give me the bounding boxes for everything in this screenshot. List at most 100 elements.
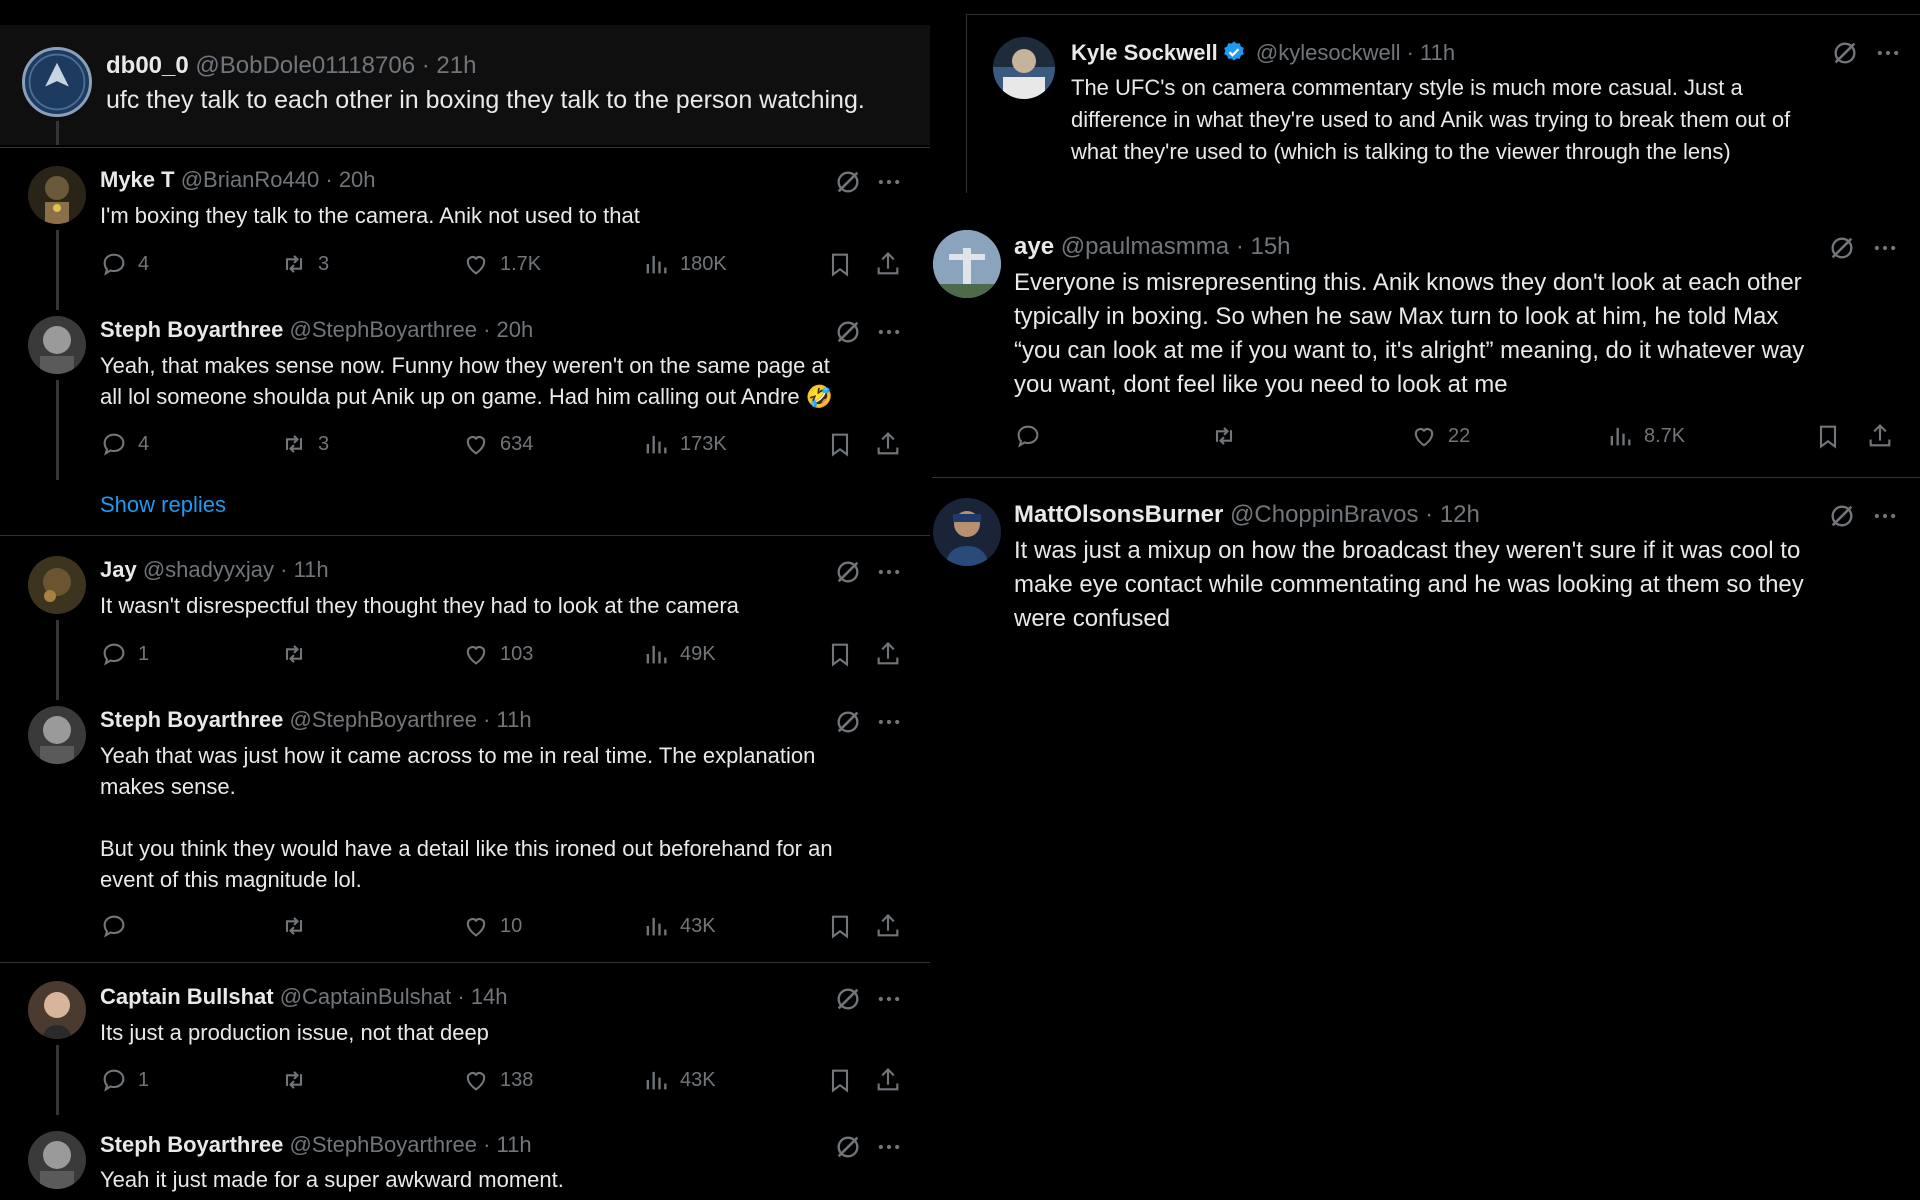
author-handle[interactable]: @CaptainBulshat xyxy=(280,984,452,1009)
reply-button[interactable] xyxy=(1014,422,1042,450)
reply-tweet[interactable]: Steph Boyarthree @StephBoyarthree · 11h … xyxy=(0,1117,930,1200)
grok-icon[interactable] xyxy=(834,318,862,346)
like-button[interactable]: 634 xyxy=(462,430,533,458)
share-button[interactable] xyxy=(874,1066,902,1094)
more-icon[interactable] xyxy=(1870,234,1900,262)
author-handle[interactable]: @BrianRo440 xyxy=(181,167,320,192)
reply-tweet[interactable]: Steph Boyarthree @StephBoyarthree · 20h … xyxy=(0,300,930,480)
reply-tweet[interactable]: Steph Boyarthree @StephBoyarthree · 11h … xyxy=(0,690,930,955)
tweet-time[interactable]: · 21h xyxy=(422,52,477,79)
author-handle[interactable]: @ChoppinBravos xyxy=(1230,501,1418,528)
reply-button[interactable]: 4 xyxy=(100,430,149,458)
reply-tweet[interactable]: Kyle Sockwell @kylesockwell · 11h The UF… xyxy=(967,15,1920,193)
tweet-time[interactable]: · 11h xyxy=(1407,40,1456,65)
avatar[interactable] xyxy=(22,47,92,117)
reply-tweet[interactable]: Jay @shadyyxjay · 11h It wasn't disrespe… xyxy=(0,540,930,700)
main-tweet[interactable]: db00_0 @BobDole01118706 · 21h ufc they t… xyxy=(0,25,930,145)
grok-icon[interactable] xyxy=(1828,234,1856,262)
repost-button[interactable] xyxy=(280,912,308,940)
repost-button[interactable]: 3 xyxy=(280,250,329,278)
like-button[interactable]: 22 xyxy=(1410,422,1470,450)
author-handle[interactable]: @paulmasmma xyxy=(1061,233,1229,260)
more-icon[interactable] xyxy=(1870,502,1900,530)
bookmark-button[interactable] xyxy=(1814,422,1842,450)
author-name[interactable]: Myke T xyxy=(100,167,175,192)
reply-tweet[interactable]: MattOlsonsBurner @ChoppinBravos · 12h It… xyxy=(932,478,1920,657)
author-name[interactable]: Steph Boyarthree xyxy=(100,707,283,732)
views-button[interactable]: 43K xyxy=(642,1066,716,1094)
grok-icon[interactable] xyxy=(834,168,862,196)
reply-tweet[interactable]: Captain Bullshat @CaptainBulshat · 14h I… xyxy=(0,967,930,1115)
more-icon[interactable] xyxy=(874,708,904,736)
repost-button[interactable] xyxy=(280,1066,308,1094)
tweet-time[interactable]: · 15h xyxy=(1236,233,1291,260)
bookmark-button[interactable] xyxy=(826,640,854,668)
bookmark-button[interactable] xyxy=(826,430,854,458)
author-name[interactable]: db00_0 xyxy=(106,52,189,79)
share-button[interactable] xyxy=(874,912,902,940)
like-button[interactable]: 1.7K xyxy=(462,250,541,278)
views-button[interactable]: 180K xyxy=(642,250,727,278)
author-handle[interactable]: @StephBoyarthree xyxy=(290,707,477,732)
author-handle[interactable]: @StephBoyarthree xyxy=(290,1132,477,1157)
reply-button[interactable]: 1 xyxy=(100,640,149,668)
tweet-time[interactable]: · 12h xyxy=(1425,501,1480,528)
bookmark-button[interactable] xyxy=(826,1066,854,1094)
grok-icon[interactable] xyxy=(1828,502,1856,530)
avatar[interactable] xyxy=(28,556,86,614)
views-button[interactable]: 49K xyxy=(642,640,716,668)
reply-button[interactable] xyxy=(100,912,128,940)
author-handle[interactable]: @StephBoyarthree xyxy=(290,317,477,342)
grok-icon[interactable] xyxy=(834,708,862,736)
avatar[interactable] xyxy=(933,230,1001,298)
like-button[interactable]: 10 xyxy=(462,912,522,940)
more-icon[interactable] xyxy=(1873,39,1903,67)
grok-icon[interactable] xyxy=(834,558,862,586)
author-name[interactable]: Steph Boyarthree xyxy=(100,317,283,342)
more-icon[interactable] xyxy=(874,168,904,196)
share-button[interactable] xyxy=(1866,422,1894,450)
author-name[interactable]: Kyle Sockwell xyxy=(1071,40,1218,65)
author-name[interactable]: Steph Boyarthree xyxy=(100,1132,283,1157)
avatar[interactable] xyxy=(993,37,1055,99)
reply-button[interactable]: 1 xyxy=(100,1066,149,1094)
author-handle[interactable]: @BobDole01118706 xyxy=(195,52,415,79)
like-button[interactable]: 103 xyxy=(462,640,533,668)
reply-tweet[interactable]: Myke T @BrianRo440 · 20h I'm boxing they… xyxy=(0,150,930,310)
share-button[interactable] xyxy=(874,430,902,458)
like-button[interactable]: 138 xyxy=(462,1066,533,1094)
tweet-time[interactable]: · 11h xyxy=(483,1132,532,1157)
author-name[interactable]: Captain Bullshat xyxy=(100,984,274,1009)
views-button[interactable]: 8.7K xyxy=(1606,422,1685,450)
author-name[interactable]: aye xyxy=(1014,233,1054,260)
tweet-time[interactable]: · 11h xyxy=(483,707,532,732)
views-button[interactable]: 43K xyxy=(642,912,716,940)
views-button[interactable]: 173K xyxy=(642,430,727,458)
avatar[interactable] xyxy=(28,1131,86,1189)
bookmark-button[interactable] xyxy=(826,250,854,278)
repost-button[interactable] xyxy=(1210,422,1238,450)
reply-button[interactable]: 4 xyxy=(100,250,149,278)
bookmark-button[interactable] xyxy=(826,912,854,940)
more-icon[interactable] xyxy=(874,558,904,586)
repost-button[interactable] xyxy=(280,640,308,668)
avatar[interactable] xyxy=(28,316,86,374)
grok-icon[interactable] xyxy=(834,985,862,1013)
avatar[interactable] xyxy=(28,706,86,764)
show-replies-link[interactable]: Show replies xyxy=(100,492,226,518)
reply-tweet[interactable]: aye @paulmasmma · 15h Everyone is misrep… xyxy=(932,212,1920,477)
tweet-time[interactable]: · 14h xyxy=(457,984,507,1009)
more-icon[interactable] xyxy=(874,1133,904,1161)
grok-icon[interactable] xyxy=(834,1133,862,1161)
avatar[interactable] xyxy=(28,166,86,224)
avatar[interactable] xyxy=(933,498,1001,566)
author-handle[interactable]: @kylesockwell xyxy=(1256,40,1401,65)
tweet-time[interactable]: · 20h xyxy=(483,317,533,342)
tweet-time[interactable]: · 20h xyxy=(325,167,375,192)
share-button[interactable] xyxy=(874,250,902,278)
author-name[interactable]: Jay xyxy=(100,557,137,582)
more-icon[interactable] xyxy=(874,985,904,1013)
avatar[interactable] xyxy=(28,981,86,1039)
author-handle[interactable]: @shadyyxjay xyxy=(143,557,274,582)
repost-button[interactable]: 3 xyxy=(280,430,329,458)
